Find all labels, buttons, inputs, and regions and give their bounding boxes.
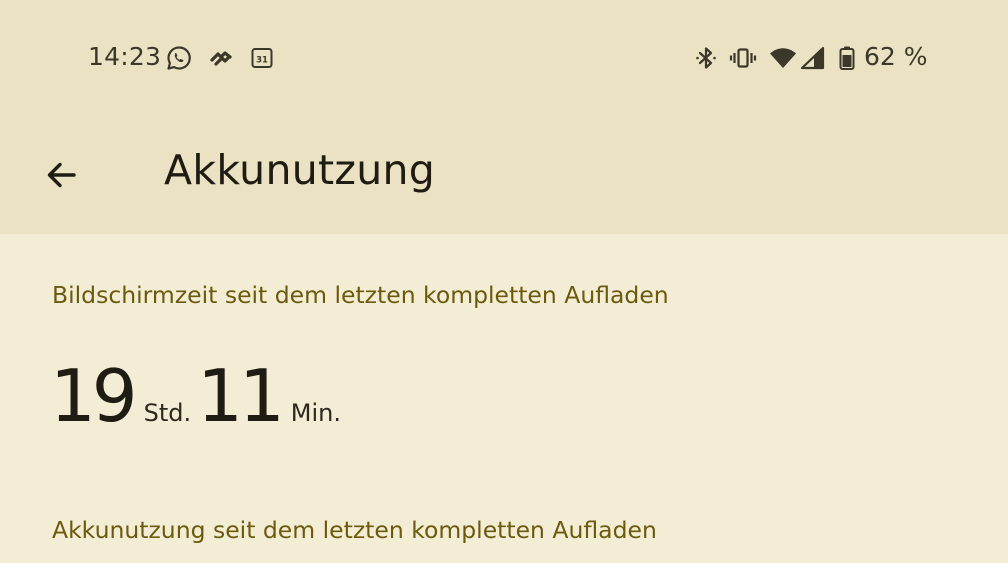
screen-time-hours-unit: Std. — [143, 399, 192, 427]
battery-usage-section-title: Akkunutzung seit dem letzten kompletten … — [52, 516, 657, 544]
screen-time-section-title: Bildschirmzeit seit dem letzten komplett… — [52, 281, 669, 309]
heart-app-icon — [207, 44, 235, 72]
whatsapp-icon — [165, 44, 193, 72]
screen-time-value: 19 Std. 11 Min. — [50, 360, 347, 432]
battery-icon — [833, 44, 861, 72]
status-time: 14:23 — [88, 42, 162, 71]
back-button[interactable] — [30, 144, 92, 206]
screen-time-minutes: 11 — [197, 354, 285, 438]
svg-text:31: 31 — [256, 56, 268, 66]
calendar-icon: 31 — [248, 44, 276, 72]
bluetooth-icon — [692, 44, 720, 72]
screen-time-hours: 19 — [50, 354, 138, 438]
arrow-back-icon — [47, 162, 76, 188]
vibrate-icon — [729, 44, 757, 72]
page-title: Akkunutzung — [164, 146, 436, 194]
status-bar: 14:23 31 62 % — [0, 0, 1008, 116]
app-bar: Akkunutzung — [0, 116, 1008, 234]
screen-time-minutes-unit: Min. — [290, 399, 341, 427]
wifi-icon — [769, 44, 797, 72]
top-app-area: 14:23 31 62 % Akkunutzung — [0, 0, 1008, 234]
battery-percentage: 62 % — [864, 42, 928, 71]
cell-signal-icon — [799, 44, 827, 72]
